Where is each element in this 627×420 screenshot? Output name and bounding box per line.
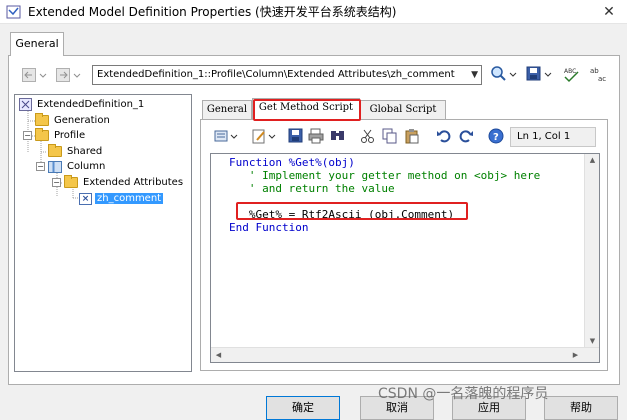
extended-attribute-icon: ×	[79, 192, 92, 205]
close-button[interactable]: ✕	[599, 2, 619, 22]
model-icon	[19, 98, 32, 111]
tree-item-extended-attributes[interactable]: − Extended Attributes	[52, 175, 185, 190]
tree-item-label: Generation	[54, 115, 110, 126]
column-icon	[48, 160, 62, 173]
find-icon[interactable]	[490, 65, 518, 83]
path-value: ExtendedDefinition_1::Profile\Column\Ext…	[97, 69, 455, 80]
tree-item-profile[interactable]: − Profile	[23, 128, 87, 143]
folder-icon	[48, 144, 62, 157]
code-text: ' Implement your getter method on <obj> …	[229, 169, 541, 182]
folder-icon	[35, 113, 49, 126]
code-line-1: Function %Get%(obj)	[229, 156, 355, 169]
script-editor[interactable]: Function %Get%(obj) ' Implement your get…	[210, 153, 600, 363]
help-button[interactable]: 帮助	[544, 396, 618, 420]
code-text: Function %Get%(obj)	[229, 156, 355, 169]
help-icon[interactable]: ?	[488, 128, 504, 144]
vertical-scrollbar[interactable]: ▲ ▼	[584, 154, 599, 347]
tree-item-shared[interactable]: Shared	[48, 144, 104, 159]
svg-text:ab: ab	[590, 67, 599, 75]
edit-icon[interactable]	[252, 128, 278, 144]
tree-item-column[interactable]: − Column	[36, 159, 107, 174]
collapse-icon[interactable]: −	[23, 131, 32, 140]
svg-text:?: ?	[493, 132, 499, 143]
tree-item-label: Profile	[54, 130, 86, 141]
case-icon[interactable]: ab ac	[588, 65, 610, 83]
copy-icon[interactable]	[382, 128, 398, 144]
collapse-icon[interactable]: −	[52, 178, 61, 187]
find-icon[interactable]	[330, 128, 346, 144]
tab-general[interactable]: General	[10, 32, 64, 56]
folder-icon	[35, 128, 49, 141]
tree-item-generation[interactable]: Generation	[35, 113, 112, 128]
scroll-right-icon[interactable]: ▶	[568, 351, 583, 359]
save-icon[interactable]	[288, 128, 304, 144]
code-line-5: %Get% = Rtf2Ascii (obj.Comment)	[229, 208, 454, 221]
cut-icon[interactable]	[360, 128, 376, 144]
tab-global-script[interactable]: Global Script	[360, 100, 446, 120]
print-icon[interactable]	[308, 128, 324, 144]
svg-text:ac: ac	[598, 75, 606, 83]
code-text: End Function	[229, 221, 309, 234]
tree-item-label: ExtendedDefinition_1	[37, 99, 145, 110]
watermark: CSDN @一名落魄的程序员	[378, 386, 549, 402]
scroll-down-icon[interactable]: ▼	[585, 337, 600, 345]
code-text: ' and return the value	[229, 182, 395, 195]
tree-item-label: Shared	[67, 146, 103, 157]
chevron-down-icon[interactable]: ▼	[471, 66, 478, 84]
tree-item-extended-definition[interactable]: ExtendedDefinition_1	[19, 97, 146, 112]
collapse-icon[interactable]: −	[36, 162, 45, 171]
scroll-left-icon[interactable]: ◀	[211, 351, 226, 359]
paste-icon[interactable]	[404, 128, 420, 144]
save-icon[interactable]	[526, 65, 554, 83]
title-bar: Extended Model Definition Properties (快速…	[0, 0, 627, 24]
folder-icon	[64, 175, 78, 188]
tree-item-label: Extended Attributes	[83, 177, 184, 188]
tree-item-zh-comment[interactable]: × zh_comment	[79, 191, 164, 206]
undo-icon[interactable]	[436, 128, 452, 144]
back-button[interactable]	[22, 66, 56, 84]
object-tree[interactable]: ExtendedDefinition_1 Generation − Profil…	[14, 94, 192, 372]
properties-icon[interactable]	[214, 128, 240, 144]
code-line-6: End Function	[229, 221, 308, 234]
app-icon	[6, 4, 22, 20]
tree-item-label: zh_comment	[95, 193, 164, 204]
code-text: %Get% = Rtf2Ascii (obj.Comment)	[229, 208, 455, 221]
redo-icon[interactable]	[458, 128, 474, 144]
horizontal-scrollbar[interactable]: ◀ ▶	[211, 347, 599, 362]
svg-text:ABC: ABC	[564, 68, 576, 75]
cursor-position: Ln 1, Col 1	[510, 127, 596, 147]
tab-inner-general[interactable]: General	[202, 100, 252, 120]
forward-button[interactable]	[56, 66, 90, 84]
tab-get-method-script[interactable]: Get Method Script	[252, 98, 360, 120]
spellcheck-icon[interactable]: ABC	[562, 65, 584, 83]
tree-item-label: Column	[67, 161, 106, 172]
code-line-3: ' and return the value	[229, 182, 395, 195]
window-title: Extended Model Definition Properties (快速…	[28, 5, 397, 19]
code-line-2: ' Implement your getter method on <obj> …	[229, 169, 540, 182]
path-combo[interactable]: ExtendedDefinition_1::Profile\Column\Ext…	[92, 65, 482, 85]
ok-button[interactable]: 确定	[266, 396, 340, 420]
scroll-up-icon[interactable]: ▲	[585, 156, 600, 164]
